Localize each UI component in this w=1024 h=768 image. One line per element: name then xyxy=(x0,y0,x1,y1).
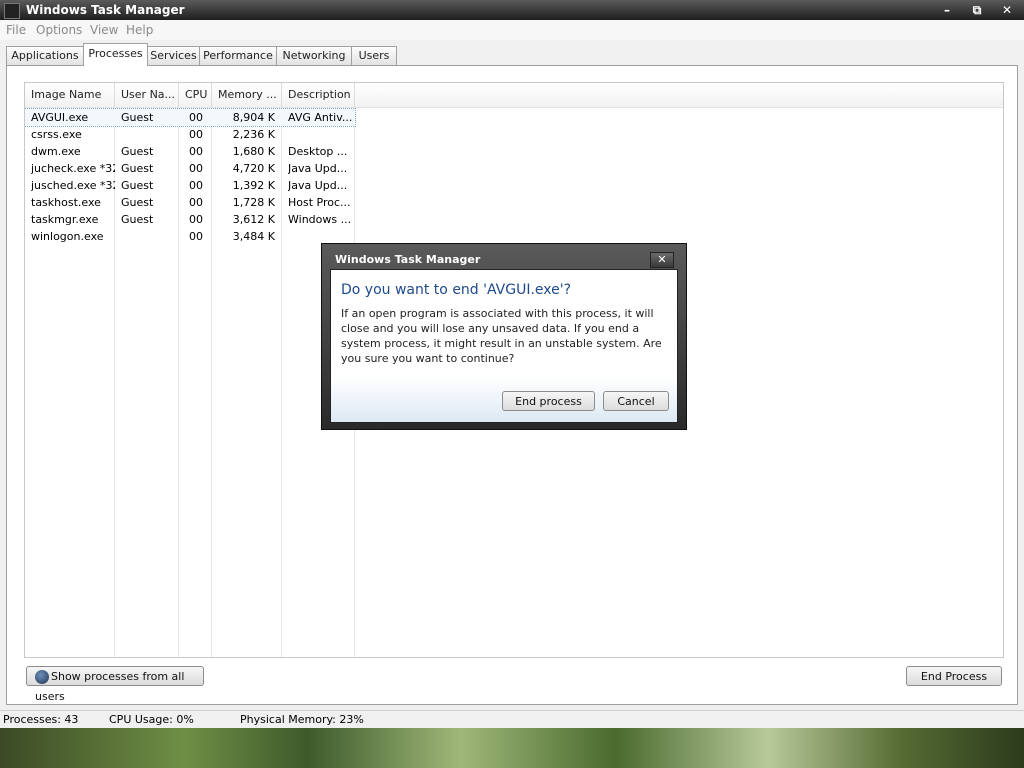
table-row[interactable]: jucheck.exe *32 Guest 00 4,720 K Java Upd... xyxy=(25,160,355,177)
table-cell: AVG Antiv... xyxy=(288,111,352,124)
end-process-dialog: Windows Task Manager ✕ Do you want to en… xyxy=(321,243,687,430)
status-physical-memory: Physical Memory: 23% xyxy=(240,713,364,726)
table-cell: Desktop ... xyxy=(288,145,348,158)
table-cell: winlogon.exe xyxy=(31,230,104,243)
table-cell: 3,612 K xyxy=(232,213,275,226)
uac-shield-icon xyxy=(35,670,49,684)
table-cell: 00 xyxy=(189,162,203,175)
table-cell: dwm.exe xyxy=(31,145,81,158)
column-header-row: Image Name User Na... CPU Memory ... Des… xyxy=(25,83,1003,108)
table-cell: Guest xyxy=(121,213,154,226)
table-cell: 00 xyxy=(189,230,203,243)
table-cell: 00 xyxy=(189,111,203,124)
table-row[interactable]: dwm.exe Guest 00 1,680 K Desktop ... xyxy=(25,143,355,160)
table-cell: Guest xyxy=(121,145,154,158)
restore-button[interactable]: ⧉ xyxy=(966,3,988,17)
status-bar: Processes: 43 CPU Usage: 0% Physical Mem… xyxy=(0,710,1024,728)
table-cell: 00 xyxy=(189,196,203,209)
table-cell: Guest xyxy=(121,179,154,192)
close-button[interactable]: ✕ xyxy=(996,3,1018,17)
menu-options[interactable]: Options xyxy=(36,23,82,37)
column-memory[interactable]: Memory ... xyxy=(212,83,282,107)
table-cell: Guest xyxy=(121,111,154,124)
tab-applications[interactable]: Applications xyxy=(6,46,84,65)
table-cell: Java Upd... xyxy=(288,162,348,175)
table-cell: 00 xyxy=(189,179,203,192)
table-row[interactable]: taskhost.exe Guest 00 1,728 K Host Proc... xyxy=(25,194,355,211)
table-cell: 2,236 K xyxy=(232,128,275,141)
cancel-button[interactable]: Cancel xyxy=(603,391,669,411)
dialog-title: Windows Task Manager xyxy=(335,253,481,266)
column-cpu[interactable]: CPU xyxy=(179,83,212,107)
table-cell xyxy=(121,228,177,245)
desktop-wallpaper xyxy=(0,727,1024,768)
table-cell: 1,680 K xyxy=(232,145,275,158)
table-cell: Guest xyxy=(121,162,154,175)
dialog-body: Do you want to end 'AVGUI.exe'? If an op… xyxy=(330,269,678,423)
table-cell: 00 xyxy=(189,145,203,158)
column-user-name[interactable]: User Na... xyxy=(115,83,179,107)
status-processes: Processes: 43 xyxy=(3,713,79,726)
table-cell: 3,484 K xyxy=(232,230,275,243)
minimize-button[interactable]: – xyxy=(936,3,958,17)
table-cell: jucheck.exe *32 xyxy=(31,162,115,175)
title-bar[interactable]: Windows Task Manager – ⧉ ✕ xyxy=(0,0,1024,20)
table-cell: Host Proc... xyxy=(288,196,351,209)
table-cell: 00 xyxy=(189,213,203,226)
tab-networking[interactable]: Networking xyxy=(276,46,352,65)
tab-users[interactable]: Users xyxy=(351,46,397,65)
table-cell: Java Upd... xyxy=(288,179,348,192)
table-cell xyxy=(288,126,352,143)
table-cell: 1,392 K xyxy=(232,179,275,192)
table-cell: Windows ... xyxy=(288,213,352,226)
column-image-name[interactable]: Image Name xyxy=(25,83,115,107)
show-all-users-label: Show processes from all users xyxy=(35,670,185,703)
confirm-end-process-button[interactable]: End process xyxy=(502,391,595,411)
menu-help[interactable]: Help xyxy=(126,23,153,37)
menu-bar: File Options View Help xyxy=(0,20,1024,40)
show-all-users-button[interactable]: Show processes from all users xyxy=(26,666,204,703)
tab-processes[interactable]: Processes xyxy=(83,43,148,66)
table-cell: taskmgr.exe xyxy=(31,213,99,226)
table-cell: 4,720 K xyxy=(232,162,275,175)
menu-file[interactable]: File xyxy=(6,23,26,37)
status-cpu-usage: CPU Usage: 0% xyxy=(109,713,194,726)
table-cell: taskhost.exe xyxy=(31,196,101,209)
end-process-button[interactable]: End Process xyxy=(906,666,1002,686)
table-row[interactable]: AVGUI.exe Guest 00 8,904 K AVG Antiv... xyxy=(25,108,356,127)
table-cell: Guest xyxy=(121,196,154,209)
table-row[interactable]: jusched.exe *32 Guest 00 1,392 K Java Upd... xyxy=(25,177,355,194)
app-icon xyxy=(4,3,20,19)
menu-view[interactable]: View xyxy=(90,23,118,37)
dialog-close-button[interactable]: ✕ xyxy=(650,252,674,268)
table-cell: 00 xyxy=(189,128,203,141)
table-row[interactable]: csrss.exe 00 2,236 K xyxy=(25,126,355,143)
table-cell: csrss.exe xyxy=(31,128,82,141)
table-cell: AVGUI.exe xyxy=(31,111,89,124)
dialog-heading: Do you want to end 'AVGUI.exe'? xyxy=(341,282,572,298)
column-description[interactable]: Description xyxy=(282,83,355,107)
table-cell: 8,904 K xyxy=(232,111,275,124)
table-cell xyxy=(121,126,177,143)
dialog-message: If an open program is associated with th… xyxy=(341,307,662,365)
table-row[interactable]: winlogon.exe 00 3,484 K xyxy=(25,228,355,245)
tab-services[interactable]: Services xyxy=(147,46,200,65)
table-cell: 1,728 K xyxy=(232,196,275,209)
table-row[interactable]: taskmgr.exe Guest 00 3,612 K Windows ... xyxy=(25,211,355,228)
table-cell: jusched.exe *32 xyxy=(31,179,115,192)
tab-performance[interactable]: Performance xyxy=(199,46,277,65)
window-title: Windows Task Manager xyxy=(26,3,185,17)
